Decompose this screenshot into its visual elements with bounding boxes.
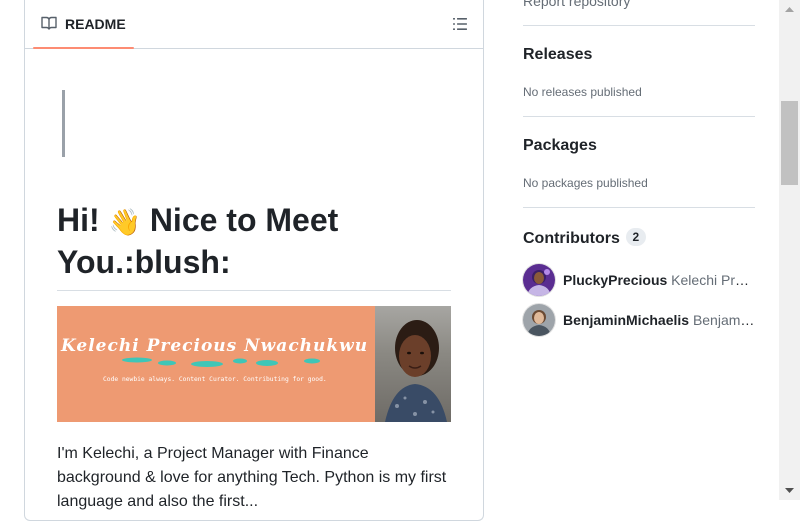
- contributor-fullname: Benjamin Michaelis: [692, 312, 755, 328]
- sidebar-divider: [523, 116, 755, 117]
- packages-empty-text: No packages published: [523, 176, 648, 190]
- contributor-name[interactable]: BenjaminMichaelis Benjamin Michaelis: [563, 312, 755, 328]
- sidebar-divider: [523, 207, 755, 208]
- readme-header: README: [25, 0, 483, 49]
- scroll-up-arrow-icon: [785, 7, 794, 12]
- outline-list-button[interactable]: [451, 15, 469, 33]
- sidebar-divider: [523, 25, 755, 26]
- contributor-item[interactable]: PluckyPrecious Kelechi Precious Nwachukw…: [523, 264, 755, 296]
- heading-text-start: Hi!: [57, 202, 109, 238]
- readme-heading: Hi! 👋 Nice to Meet You.:blush:: [57, 200, 451, 291]
- banner-background: Kelechi Precious Nwachukwu Code newbie a…: [57, 306, 375, 422]
- list-icon: [453, 18, 467, 30]
- book-icon: [41, 15, 57, 34]
- readme-tab-label: README: [65, 16, 126, 32]
- banner-brush-strokes: [122, 357, 320, 367]
- avatar[interactable]: [523, 264, 555, 296]
- contributor-name[interactable]: PluckyPrecious Kelechi Precious Nwachukw…: [563, 272, 755, 288]
- profile-photo: [375, 306, 451, 422]
- banner-tagline: Code newbie always. Content Curator. Con…: [103, 376, 327, 383]
- contributors-title: Contributors: [523, 230, 620, 247]
- page-scrollbar[interactable]: [779, 0, 800, 500]
- heading-text-rest: Nice to Meet: [140, 202, 339, 238]
- heading-text-line2: You.:blush:: [57, 244, 231, 280]
- scroll-arrows: [785, 7, 794, 493]
- contributors-count-badge: 2: [625, 228, 646, 246]
- contributor-item[interactable]: BenjaminMichaelis Benjamin Michaelis: [523, 304, 755, 336]
- blockquote-bar: [62, 90, 65, 157]
- readme-intro-paragraph: I'm Kelechi, a Project Manager with Fina…: [57, 445, 447, 510]
- contributor-login[interactable]: PluckyPrecious: [563, 272, 667, 288]
- contributor-fullname: Kelechi Precious Nwachukwu: [671, 272, 755, 288]
- releases-heading[interactable]: Releases: [523, 46, 592, 64]
- scroll-down-arrow-icon: [785, 488, 794, 493]
- waving-hand-emoji: 👋: [108, 207, 141, 237]
- avatar[interactable]: [523, 304, 555, 336]
- contributor-login[interactable]: BenjaminMichaelis: [563, 312, 689, 328]
- readme-tab[interactable]: README: [33, 0, 134, 49]
- contributors-heading[interactable]: Contributors 2: [523, 228, 646, 248]
- scrollbar-thumb[interactable]: [781, 101, 798, 185]
- releases-empty-text: No releases published: [523, 85, 642, 99]
- packages-heading[interactable]: Packages: [523, 137, 597, 155]
- readme-card: README Hi! 👋 Nice to Meet You.:blush: Ke…: [24, 0, 484, 521]
- report-repository-link[interactable]: Report repository: [523, 0, 630, 9]
- readme-banner-image: Kelechi Precious Nwachukwu Code newbie a…: [57, 306, 451, 422]
